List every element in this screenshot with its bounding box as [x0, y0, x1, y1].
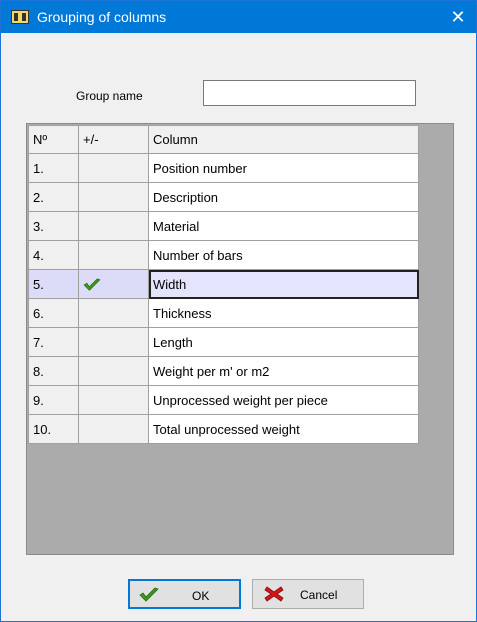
row-toggle-cell[interactable] [78, 182, 149, 212]
title-bar[interactable]: Grouping of columns ✕ [1, 1, 476, 33]
row-number: 5. [28, 269, 79, 299]
row-toggle-cell[interactable] [78, 356, 149, 386]
row-number: 8. [28, 356, 79, 386]
check-icon [83, 278, 101, 291]
row-column-name[interactable]: Description [148, 182, 419, 212]
ok-label: OK [192, 589, 210, 603]
cross-icon [264, 586, 284, 602]
row-number: 10. [28, 414, 79, 444]
row-toggle-cell[interactable] [78, 211, 149, 241]
row-column-name[interactable]: Position number [148, 153, 419, 183]
table-row[interactable]: 7. Length [28, 327, 419, 357]
dialog-window: Grouping of columns ✕ Group name Nº +/- … [0, 0, 477, 622]
row-toggle-cell[interactable] [78, 414, 149, 444]
table-row[interactable]: 4. Number of bars [28, 240, 419, 270]
table-row[interactable]: 3. Material [28, 211, 419, 241]
ok-button[interactable]: OK [128, 579, 241, 609]
table-row[interactable]: 6. Thickness [28, 298, 419, 328]
row-toggle-cell[interactable] [78, 240, 149, 270]
row-toggle-cell[interactable] [78, 385, 149, 415]
row-column-name[interactable]: Total unprocessed weight [148, 414, 419, 444]
table-row[interactable]: 5. Width [28, 269, 419, 299]
header-toggle[interactable]: +/- [78, 125, 149, 154]
cancel-button[interactable]: Cancel [252, 579, 364, 609]
columns-table: Nº +/- Column 1. Position number 2. Descrip… [28, 125, 419, 444]
row-number: 3. [28, 211, 79, 241]
header-number[interactable]: Nº [28, 125, 79, 154]
row-toggle-cell[interactable] [78, 327, 149, 357]
table-row[interactable]: 2. Description [28, 182, 419, 212]
row-toggle-cell[interactable] [78, 269, 149, 299]
header-row: Nº +/- Column [28, 125, 419, 154]
row-number: 6. [28, 298, 79, 328]
table-row[interactable]: 9. Unprocessed weight per piece [28, 385, 419, 415]
app-icon [11, 10, 29, 24]
row-number: 9. [28, 385, 79, 415]
group-name-label: Group name [76, 89, 143, 103]
row-number: 4. [28, 240, 79, 270]
check-icon [139, 587, 159, 602]
row-column-name[interactable]: Unprocessed weight per piece [148, 385, 419, 415]
row-toggle-cell[interactable] [78, 298, 149, 328]
header-column[interactable]: Column [148, 125, 419, 154]
table-row[interactable]: 1. Position number [28, 153, 419, 183]
table-row[interactable]: 10. Total unprocessed weight [28, 414, 419, 444]
row-column-name[interactable]: Weight per m' or m2 [148, 356, 419, 386]
row-number: 7. [28, 327, 79, 357]
row-column-name[interactable]: Width [148, 269, 419, 299]
row-number: 1. [28, 153, 79, 183]
group-name-input[interactable] [203, 80, 416, 106]
row-number: 2. [28, 182, 79, 212]
close-icon[interactable]: ✕ [446, 5, 470, 29]
row-column-name[interactable]: Thickness [148, 298, 419, 328]
row-toggle-cell[interactable] [78, 153, 149, 183]
table-row[interactable]: 8. Weight per m' or m2 [28, 356, 419, 386]
cancel-label: Cancel [300, 588, 338, 602]
columns-grid: Nº +/- Column 1. Position number 2. Descrip… [26, 123, 454, 555]
row-column-name[interactable]: Material [148, 211, 419, 241]
row-column-name[interactable]: Number of bars [148, 240, 419, 270]
window-title: Grouping of columns [37, 9, 167, 25]
row-column-name[interactable]: Length [148, 327, 419, 357]
